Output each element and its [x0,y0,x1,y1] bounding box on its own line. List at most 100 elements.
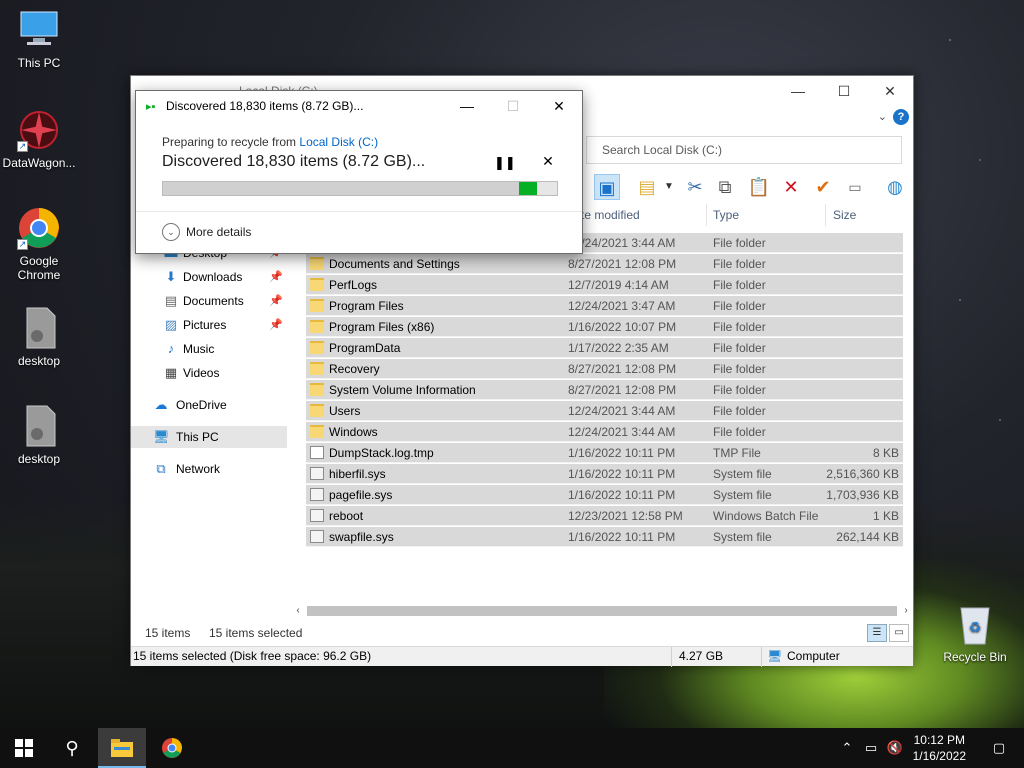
start-button[interactable] [0,728,48,768]
table-row[interactable]: Users 12/24/2021 3:44 AM File folder [306,401,903,421]
table-row[interactable]: Windows 12/24/2021 3:44 AM File folder [306,422,903,442]
scrollbar-thumb[interactable] [307,606,897,616]
search-input[interactable]: Search Local Disk (C:) [586,136,902,164]
file-name: pagefile.sys [329,488,393,502]
nav-item-onedrive[interactable]: ☁ OneDrive [131,394,287,416]
file-type: File folder [713,383,766,397]
column-type[interactable]: Type [713,208,739,222]
file-operation-icon: ▸▪ [146,101,156,113]
notifications-icon[interactable]: ▢ [988,728,1010,768]
system-file-icon [310,488,324,501]
file-date: 8/27/2021 12:08 PM [568,383,677,397]
desktop-icon-datawagon[interactable]: ↗ DataWagon... [0,108,78,170]
file-name: DumpStack.log.tmp [329,446,434,460]
desktop-icon-recycle-bin[interactable]: ♻ Recycle Bin [936,602,1014,664]
file-name: Program Files (x86) [329,320,435,334]
table-row[interactable]: reboot 12/23/2021 12:58 PM Windows Batch F… [306,506,903,526]
table-row[interactable]: swapfile.sys 1/16/2022 10:11 PM System fil… [306,527,903,547]
preview-pane-icon[interactable]: ▣ [594,174,620,200]
nav-item-network[interactable]: ⧉ Network [131,458,287,480]
chrome-taskbar-icon[interactable] [148,728,196,768]
nav-item-documents[interactable]: ▤ Documents 📌 [131,290,287,312]
clock[interactable]: 10:12 PM 1/16/2022 [913,732,966,764]
minimize-button[interactable]: — [775,76,821,106]
column-date-modified[interactable]: te modified [581,208,640,222]
desktop-icon-google-chrome[interactable]: ↗ Google Chrome [0,206,78,282]
maximize-button[interactable]: ☐ [821,76,867,106]
minimize-button[interactable]: — [444,91,490,121]
desktop-icon-desktop-2[interactable]: desktop [0,404,78,466]
horizontal-scrollbar[interactable]: ‹ › [291,604,913,618]
scroll-left-icon[interactable]: ‹ [291,604,305,618]
maximize-button: ☐ [506,98,520,114]
column-separator[interactable] [706,204,707,226]
nav-item-downloads[interactable]: ⬇ Downloads 📌 [131,266,287,288]
column-separator[interactable] [825,204,826,226]
table-row[interactable]: ProgramData 1/17/2022 2:35 AM File folder [306,338,903,358]
folder-icon [310,383,324,396]
file-date: 1/16/2022 10:11 PM [568,488,676,502]
documents-icon: ▤ [164,293,178,308]
show-hidden-icons-chevron-icon[interactable]: ⌃ [838,728,856,768]
chevron-down-icon[interactable]: ▼ [656,174,682,200]
more-details-button[interactable]: ⌄ More details [162,221,251,243]
clock-date: 1/16/2022 [912,749,966,763]
table-row[interactable]: System Volume Information 8/27/2021 12:08… [306,380,903,400]
help-icon[interactable]: ? [893,109,909,125]
pause-icon[interactable]: ❚❚ [494,155,516,171]
source-link[interactable]: Local Disk (C:) [299,135,378,149]
desktop-icon-label: DataWagon... [2,156,76,170]
recycle-progress-dialog[interactable]: ▸▪ Discovered 18,830 items (8.72 GB)... … [135,90,583,254]
copy-icon[interactable]: ⧉ [712,174,738,200]
cut-icon[interactable]: ✂ [682,174,708,200]
file-date: 8/27/2021 12:08 PM [568,257,677,271]
globe-icon[interactable]: ◍ [882,174,908,200]
table-row[interactable]: Program Files (x86) 1/16/2022 10:07 PM Fil… [306,317,903,337]
search-icon[interactable]: ⚲ [48,728,96,768]
table-row[interactable]: Recovery 8/27/2021 12:08 PM File folder [306,359,903,379]
folder-icon [310,278,324,291]
properties-icon[interactable]: ▭ [842,174,868,200]
file-explorer-taskbar-icon[interactable] [98,728,146,768]
table-row[interactable]: PerfLogs 12/7/2019 4:14 AM File folder [306,275,903,295]
file-icon [310,446,324,459]
paste-icon[interactable]: 📋 [746,174,772,200]
file-name: ProgramData [329,341,401,355]
nav-item-videos[interactable]: ▦ Videos [131,362,287,384]
large-icons-view-icon[interactable]: ▭ [889,624,909,642]
details-view-icon[interactable]: ☰ [867,624,887,642]
nav-item-pictures[interactable]: ▨ Pictures 📌 [131,314,287,336]
network-icon[interactable]: ▭ [860,728,882,768]
column-size[interactable]: Size [833,208,856,222]
close-button[interactable]: ✕ [536,91,582,121]
chrome-icon: ↗ [17,206,61,250]
table-row[interactable]: Documents and Settings 8/27/2021 12:08 PM… [306,254,903,274]
nav-item-label: Downloads [183,270,243,284]
shortcut-arrow-icon: ↗ [17,141,28,152]
dialog-title-bar[interactable]: ▸▪ Discovered 18,830 items (8.72 GB)... … [136,91,582,121]
volume-muted-icon[interactable]: 🔇 [884,728,906,768]
table-row[interactable]: pagefile.sys 1/16/2022 10:11 PM System fil… [306,485,903,505]
rename-check-icon[interactable]: ✔ [810,174,836,200]
nav-item-label: Pictures [183,318,227,332]
scroll-right-icon[interactable]: › [899,604,913,618]
table-row[interactable]: hiberfil.sys 1/16/2022 10:11 PM System fil… [306,464,903,484]
desktop-icon-this-pc[interactable]: This PC [0,8,78,70]
table-row[interactable]: Program Files 12/24/2021 3:47 AM File fold… [306,296,903,316]
progress-fill [163,182,519,195]
nav-item-music[interactable]: ♪ Music [131,338,287,360]
nav-item-this-pc[interactable]: 🖥 This PC [131,426,287,448]
close-button[interactable]: ✕ [867,76,913,106]
file-name: reboot [329,509,364,523]
desktop-icon-label: Google Chrome [17,254,61,282]
desktop-icon-desktop-1[interactable]: desktop [0,306,78,368]
cancel-icon[interactable]: ✕ [540,153,556,170]
delete-icon[interactable]: ✕ [778,174,804,200]
file-name: PerfLogs [329,278,378,292]
shortcut-arrow-icon: ↗ [17,239,28,250]
table-row[interactable]: DumpStack.log.tmp 1/16/2022 10:11 PM TMP F… [306,443,903,463]
file-name: Users [329,404,361,418]
this-pc-icon [17,8,61,52]
file-name: Windows [329,425,378,439]
collapse-ribbon-chevron-icon[interactable]: ⌄ [878,110,887,123]
